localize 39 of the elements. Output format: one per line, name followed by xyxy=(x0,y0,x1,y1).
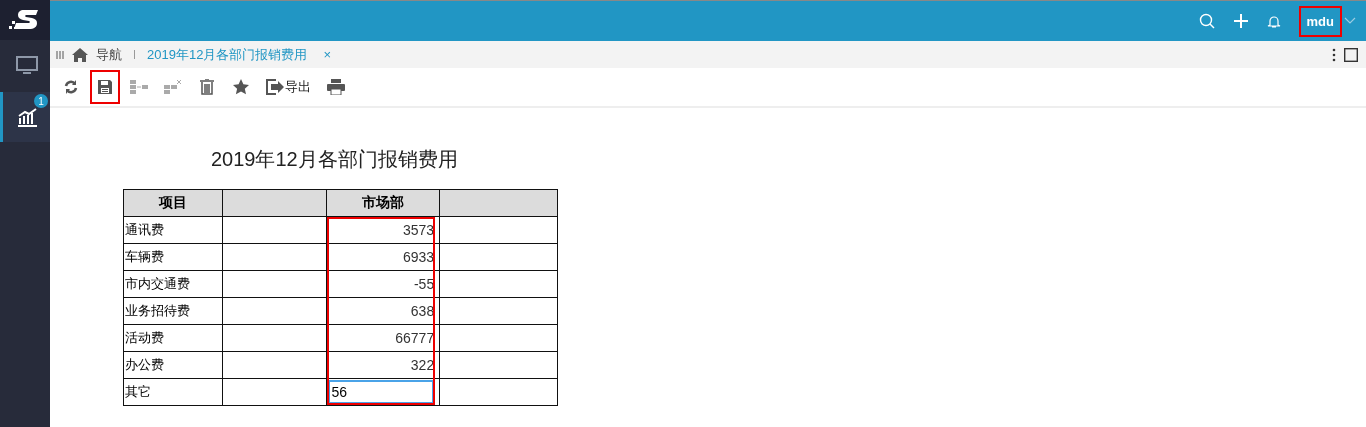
export-icon xyxy=(266,79,284,95)
table-cell: 638 xyxy=(410,303,435,319)
input-field[interactable]: 56 xyxy=(328,380,435,404)
export-button[interactable]: 导出 xyxy=(260,70,317,104)
home-icon[interactable] xyxy=(72,47,88,62)
bell-icon[interactable] xyxy=(1266,13,1281,29)
table-cell: 6933 xyxy=(403,249,435,265)
printer-icon xyxy=(327,79,345,95)
table-cell: 通讯费 xyxy=(123,216,223,244)
sidebar-item[interactable]: 1 xyxy=(0,92,50,142)
table-cell: 322 xyxy=(410,357,435,373)
search-icon[interactable] xyxy=(1198,13,1215,29)
table-cell: 车辆费 xyxy=(123,243,223,271)
star-icon xyxy=(233,79,249,95)
table-cell: 市内交通费 xyxy=(123,270,223,298)
report-tab[interactable]: 2019年12月各部门报销费用 xyxy=(147,45,308,64)
plus-icon[interactable] xyxy=(1232,13,1249,29)
home-tab[interactable]: 导航 xyxy=(96,45,122,64)
table-cell: 业务招待费 xyxy=(123,297,223,325)
insert-row-icon xyxy=(130,80,148,94)
save-button[interactable] xyxy=(90,70,120,104)
close-icon[interactable]: × xyxy=(323,47,331,62)
refresh-icon xyxy=(64,79,78,95)
bar-chart-icon xyxy=(15,106,38,128)
notification-badge: 1 xyxy=(34,94,48,108)
table-cell: 办公费 xyxy=(123,351,223,379)
column-header: 市场部 xyxy=(326,189,440,217)
table-cell: 活动费 xyxy=(123,324,223,352)
more-icon[interactable] xyxy=(1332,47,1336,62)
table-cell: 66777 xyxy=(395,330,435,346)
maximize-icon[interactable] xyxy=(1344,47,1358,62)
user-menu[interactable]: mdu xyxy=(1298,5,1342,37)
trash-icon xyxy=(200,79,214,95)
report-title: 2019年12月各部门报销费用 xyxy=(211,147,459,172)
column-header: 项目 xyxy=(123,189,223,217)
remove-row-icon xyxy=(164,80,182,94)
monitor-icon xyxy=(15,56,38,76)
table-cell: 其它 xyxy=(123,378,223,406)
table-cell: 3573 xyxy=(403,222,435,238)
